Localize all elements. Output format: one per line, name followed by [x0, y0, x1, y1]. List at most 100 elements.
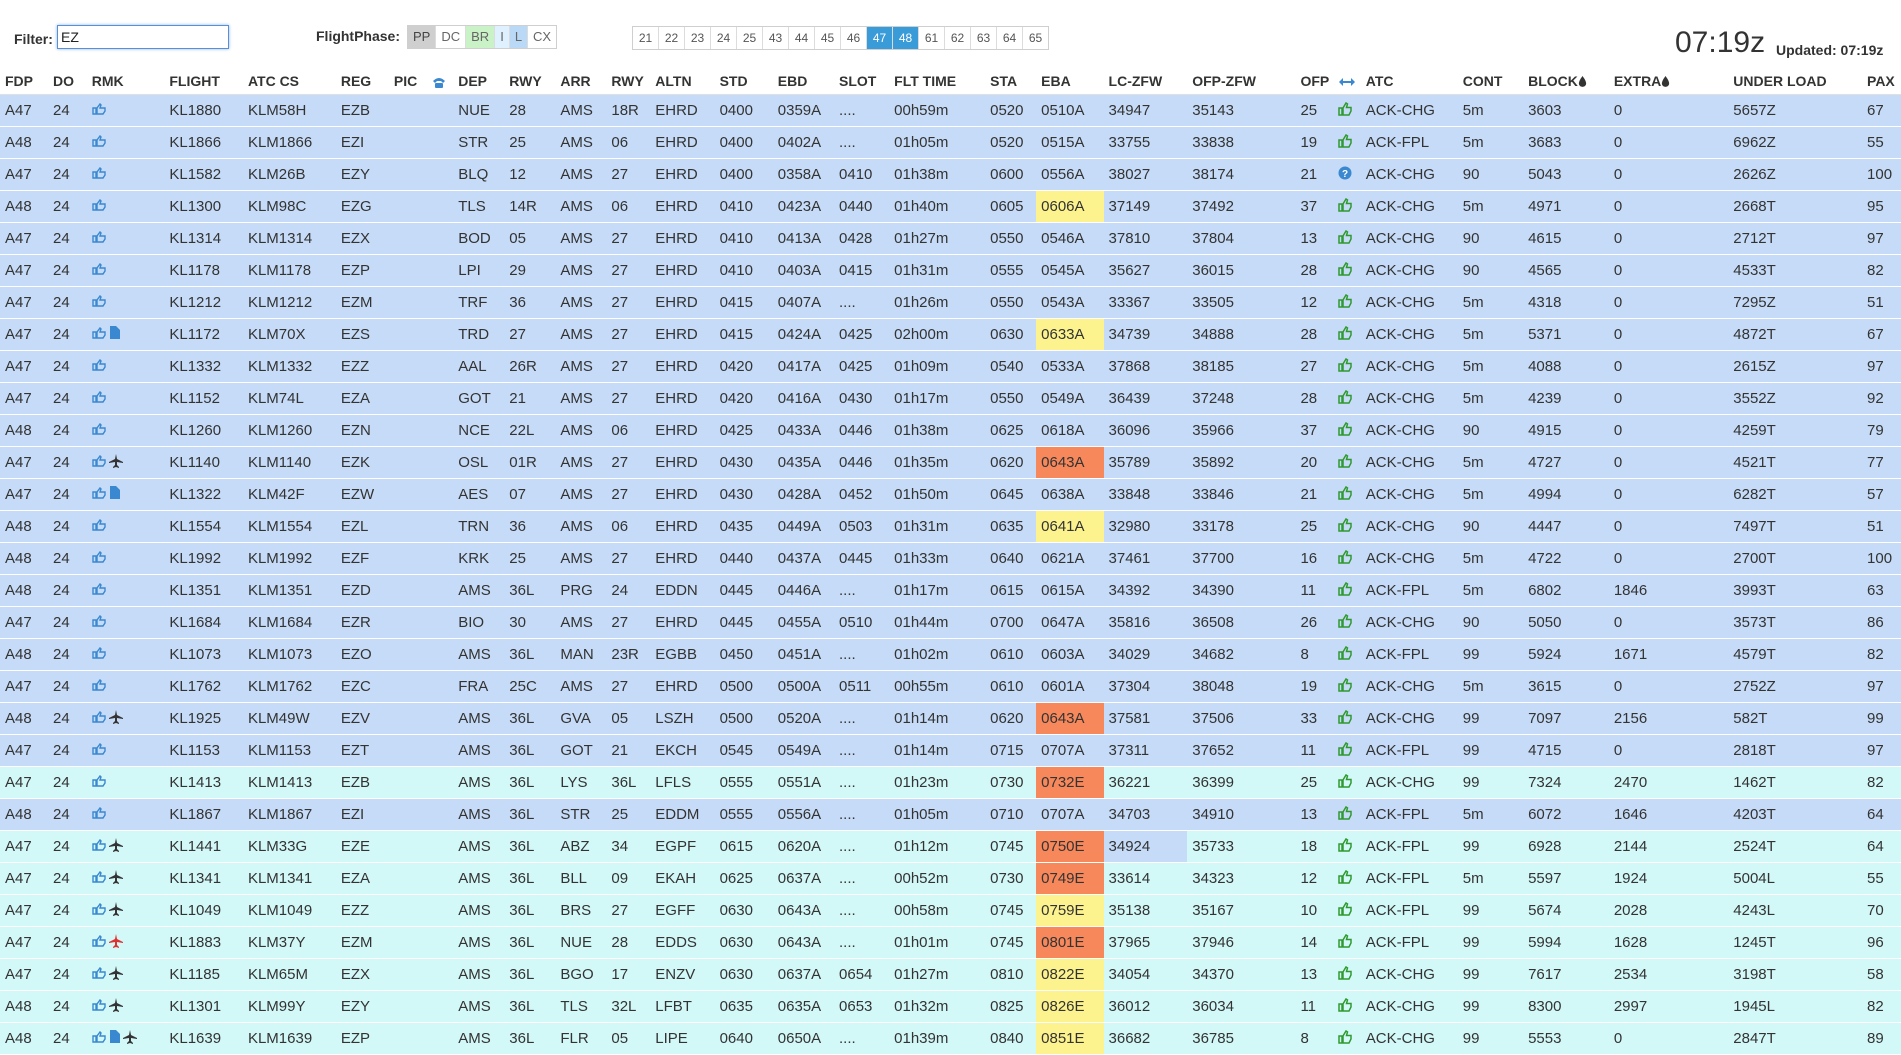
- registration-link[interactable]: EZN: [335, 414, 389, 447]
- registration-link[interactable]: EZZ: [335, 894, 389, 927]
- hour-button-45[interactable]: 45: [815, 27, 841, 49]
- registration-link[interactable]: EZW: [335, 478, 389, 511]
- col-do[interactable]: DO: [47, 68, 87, 95]
- table-row[interactable]: A47 24 KL1172 KLM70X EZS TRD 27 AMS 27 EHRD 0415 04…: [0, 318, 1901, 351]
- thumb-icon[interactable]: [92, 902, 106, 919]
- plane-icon[interactable]: [108, 997, 123, 1016]
- hour-button-48[interactable]: 48: [893, 27, 919, 49]
- registration-link[interactable]: EZZ: [335, 350, 389, 383]
- registration-link[interactable]: EZY: [335, 158, 389, 191]
- phase-button-l[interactable]: L: [509, 26, 529, 48]
- flight-link[interactable]: KL1301: [164, 990, 243, 1023]
- col-under-load[interactable]: UNDER LOAD: [1728, 68, 1863, 95]
- plane-icon[interactable]: [108, 709, 123, 728]
- thumb-up-icon[interactable]: [1338, 677, 1352, 696]
- flight-link[interactable]: KL1260: [164, 414, 243, 447]
- flight-link[interactable]: KL1554: [164, 510, 243, 543]
- table-row[interactable]: A48 24 KL1260 KLM1260 EZN NCE 22L AMS 06 EHRD 0425…: [0, 414, 1901, 447]
- table-row[interactable]: A47 24 KL1883 KLM37Y EZM AMS 36L NUE 28 EDDS 0630 0…: [0, 926, 1901, 959]
- col-lc-zfw[interactable]: LC-ZFW: [1103, 68, 1188, 95]
- col-pic[interactable]: PIC: [388, 68, 426, 95]
- table-row[interactable]: A47 24 KL1582 KLM26B EZY BLQ 12 AMS 27 EHRD 0400 03…: [0, 158, 1901, 191]
- thumb-icon[interactable]: [92, 998, 106, 1015]
- table-row[interactable]: A48 24 KL1639 KLM1639 EZP AMS 36L FLR 05 LIPE 0640…: [0, 1022, 1901, 1055]
- hour-button-62[interactable]: 62: [945, 27, 971, 49]
- hour-button-64[interactable]: 64: [997, 27, 1023, 49]
- registration-link[interactable]: EZI: [335, 126, 389, 159]
- table-row[interactable]: A47 24 KL1880 KLM58H EZB NUE 28 AMS 18R EHRD 0400 0…: [0, 94, 1901, 127]
- registration-link[interactable]: EZB: [335, 766, 389, 799]
- table-row[interactable]: A47 24 KL1178 KLM1178 EZP LPI 29 AMS 27 EHRD 0410 0…: [0, 254, 1901, 287]
- table-row[interactable]: A48 24 KL1925 KLM49W EZV AMS 36L GVA 05 LSZH 0500 0…: [0, 702, 1901, 735]
- thumb-up-icon[interactable]: [1338, 709, 1352, 728]
- registration-link[interactable]: EZO: [335, 638, 389, 671]
- table-row[interactable]: A47 24 KL1153 KLM1153 EZT AMS 36L GOT 21 EKCH 0545…: [0, 734, 1901, 767]
- col-flt-time[interactable]: FLT TIME: [889, 68, 986, 95]
- doc-icon[interactable]: [109, 326, 120, 343]
- flight-link[interactable]: KL1992: [164, 542, 243, 575]
- col-extra[interactable]: EXTRA: [1608, 68, 1729, 95]
- col-altn[interactable]: ALTN: [650, 68, 715, 95]
- flight-link[interactable]: KL1867: [164, 798, 243, 831]
- registration-link[interactable]: EZP: [335, 1022, 389, 1055]
- thumb-up-icon[interactable]: [1338, 389, 1352, 408]
- hour-button-63[interactable]: 63: [971, 27, 997, 49]
- thumb-icon[interactable]: [92, 966, 106, 983]
- col-reg[interactable]: REG: [335, 68, 389, 95]
- thumb-icon[interactable]: [92, 326, 106, 343]
- col-block[interactable]: BLOCK: [1523, 68, 1609, 95]
- registration-link[interactable]: EZA: [335, 382, 389, 415]
- thumb-icon[interactable]: [92, 198, 106, 215]
- flight-link[interactable]: KL1582: [164, 158, 243, 191]
- registration-link[interactable]: EZK: [335, 446, 389, 479]
- registration-link[interactable]: EZD: [335, 574, 389, 607]
- thumb-up-icon[interactable]: [1338, 869, 1352, 888]
- hour-button-46[interactable]: 46: [841, 27, 867, 49]
- registration-link[interactable]: EZS: [335, 318, 389, 351]
- flight-link[interactable]: KL1883: [164, 926, 243, 959]
- col-flight[interactable]: FLIGHT: [164, 68, 243, 95]
- thumb-icon[interactable]: [92, 134, 106, 151]
- hour-button-44[interactable]: 44: [789, 27, 815, 49]
- thumb-icon[interactable]: [92, 870, 106, 887]
- table-row[interactable]: A48 24 KL1300 KLM98C EZG TLS 14R AMS 06 EHRD 0410 0…: [0, 190, 1901, 223]
- flight-link[interactable]: KL1212: [164, 286, 243, 319]
- hour-button-24[interactable]: 24: [711, 27, 737, 49]
- table-row[interactable]: A47 24 KL1140 KLM1140 EZK OSL 01R AMS 27 EHRD 0430…: [0, 446, 1901, 479]
- thumb-up-icon[interactable]: [1338, 325, 1352, 344]
- table-row[interactable]: A47 24 KL1212 KLM1212 EZM TRF 36 AMS 27 EHRD 0415 0…: [0, 286, 1901, 319]
- registration-link[interactable]: EZY: [335, 990, 389, 1023]
- thumb-up-icon[interactable]: [1338, 421, 1352, 440]
- flight-link[interactable]: KL1684: [164, 606, 243, 639]
- col-fdp[interactable]: FDP: [0, 68, 48, 95]
- flight-link[interactable]: KL1413: [164, 766, 243, 799]
- thumb-icon[interactable]: [92, 230, 106, 247]
- hour-button-22[interactable]: 22: [659, 27, 685, 49]
- flight-link[interactable]: KL1925: [164, 702, 243, 735]
- col-std[interactable]: STD: [714, 68, 773, 95]
- flight-link[interactable]: KL1322: [164, 478, 243, 511]
- table-row[interactable]: A48 24 KL1554 KLM1554 EZL TRN 36 AMS 06 EHRD 0435 0…: [0, 510, 1901, 543]
- thumb-icon[interactable]: [92, 358, 106, 375]
- thumb-up-icon[interactable]: [1338, 293, 1352, 312]
- flight-link[interactable]: KL1866: [164, 126, 243, 159]
- thumb-up-icon[interactable]: [1338, 453, 1352, 472]
- plane-icon[interactable]: [108, 901, 123, 920]
- thumb-icon[interactable]: [92, 422, 106, 439]
- hour-button-65[interactable]: 65: [1023, 27, 1048, 49]
- thumb-up-icon[interactable]: [1338, 901, 1352, 920]
- thumb-icon[interactable]: [92, 486, 106, 503]
- col-ofp[interactable]: OFP: [1295, 68, 1334, 95]
- hour-button-25[interactable]: 25: [737, 27, 763, 49]
- question-icon[interactable]: ?: [1338, 166, 1352, 184]
- thumb-up-icon[interactable]: [1338, 997, 1352, 1016]
- thumb-up-icon[interactable]: [1338, 517, 1352, 536]
- flight-link[interactable]: KL1178: [164, 254, 243, 287]
- phase-button-dc[interactable]: DC: [436, 26, 467, 48]
- thumb-up-icon[interactable]: [1338, 837, 1352, 856]
- flight-link[interactable]: KL1441: [164, 830, 243, 863]
- plane-icon[interactable]: [108, 837, 123, 856]
- table-row[interactable]: A48 24 KL1073 KLM1073 EZO AMS 36L MAN 23R EGBB 045…: [0, 638, 1901, 671]
- phase-button-i[interactable]: I: [495, 26, 510, 48]
- flight-link[interactable]: KL1140: [164, 446, 243, 479]
